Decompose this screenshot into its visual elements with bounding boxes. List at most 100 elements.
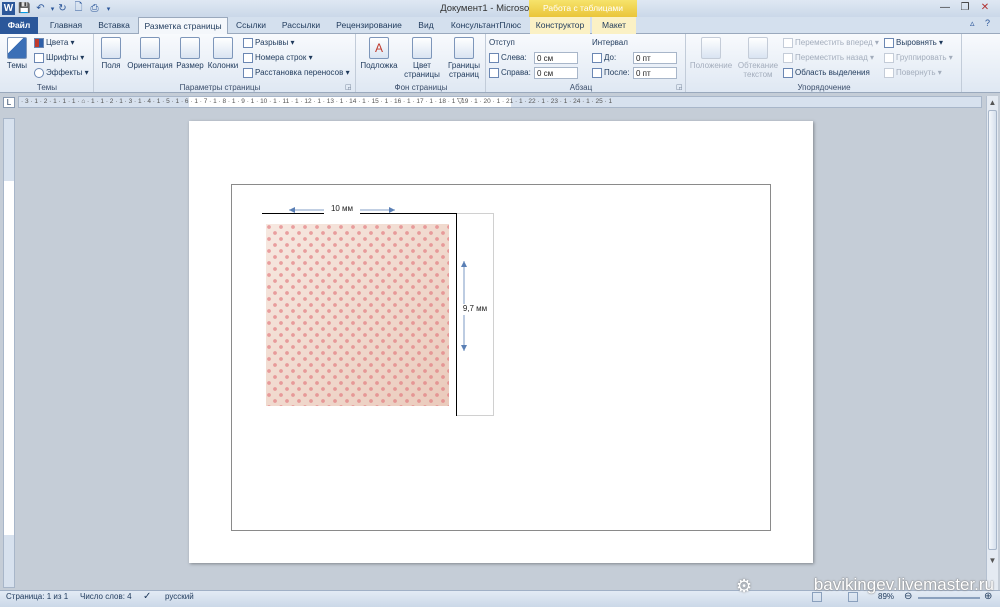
scroll-up-icon[interactable]: ▲	[988, 98, 997, 108]
tab-home[interactable]: Главная	[42, 17, 90, 34]
bring-forward-icon	[783, 37, 793, 48]
page-borders-button[interactable]: Границы страниц	[444, 37, 484, 79]
scroll-down-icon[interactable]: ▼	[988, 556, 997, 566]
tab-references[interactable]: Ссылки	[230, 17, 272, 34]
vertical-ruler[interactable]	[3, 118, 15, 588]
watermark-button[interactable]: A Подложка	[358, 37, 400, 70]
first-line-indent-icon[interactable]: ▽	[457, 96, 463, 105]
text-wrap-button[interactable]: Обтекание текстом	[736, 37, 780, 79]
paragraph-dialog-launcher-icon[interactable]: ◲	[676, 83, 683, 91]
colors-icon	[34, 37, 44, 48]
group-objects-label: Группировать	[896, 53, 947, 62]
page-color-label-1: Цвет	[413, 61, 431, 70]
columns-button[interactable]: Колонки	[206, 37, 240, 70]
themes-button[interactable]: Темы	[4, 37, 30, 70]
status-language[interactable]: русский	[165, 592, 194, 601]
tab-insert[interactable]: Вставка	[90, 17, 138, 34]
watermark-icon: A	[369, 37, 389, 59]
indent-left-icon	[489, 52, 499, 63]
themes-button-label: Темы	[6, 61, 28, 70]
page-setup-dialog-launcher-icon[interactable]: ◲	[345, 83, 352, 91]
effects-icon	[34, 67, 44, 78]
page-borders-icon	[454, 37, 474, 59]
indent-right-icon	[489, 67, 499, 78]
minimize-icon[interactable]: —	[934, 0, 956, 14]
zoom-slider[interactable]	[918, 597, 980, 599]
group-objects-icon	[884, 52, 894, 63]
tab-page-layout[interactable]: Разметка страницы	[138, 17, 228, 35]
indent-header: Отступ	[489, 38, 515, 47]
tab-consultantplus[interactable]: КонсультантПлюс	[444, 17, 528, 34]
columns-label: Колонки	[207, 61, 239, 70]
theme-effects-button[interactable]: Эффекты ▾	[34, 67, 89, 79]
align-button[interactable]: Выровнять ▾	[884, 37, 943, 49]
theme-fonts-button[interactable]: Шрифты ▾	[34, 52, 84, 64]
status-page-count[interactable]: Страница: 1 из 1	[6, 592, 68, 601]
vertical-scrollbar[interactable]: ▲ ▼	[986, 96, 998, 590]
indent-left-input[interactable]: 0 см	[534, 52, 578, 64]
help-icon[interactable]: ?	[985, 18, 997, 32]
restore-icon[interactable]: ❐	[954, 0, 976, 14]
tab-table-design[interactable]: Конструктор	[530, 17, 590, 34]
orientation-label: Ориентация	[127, 61, 173, 70]
hyphenation-icon	[243, 67, 253, 78]
align-icon	[884, 37, 894, 48]
indent-left-text: Слева:	[501, 53, 527, 62]
status-word-count[interactable]: Число слов: 4	[80, 592, 132, 601]
hyphenation-label: Расстановка переносов	[255, 68, 344, 77]
spacing-header: Интервал	[592, 38, 628, 47]
line-numbers-icon	[243, 52, 253, 63]
selection-pane-button[interactable]: Область выделения	[783, 67, 870, 79]
size-button[interactable]: Размер	[176, 37, 204, 70]
fonts-icon	[34, 52, 44, 63]
spacing-after-label: После:	[592, 67, 630, 79]
rotate-button[interactable]: Повернуть ▾	[884, 67, 942, 79]
bring-forward-label: Переместить вперед	[795, 38, 873, 47]
theme-colors-label: Цвета	[46, 38, 69, 47]
width-dimension-label: 10 мм	[324, 204, 360, 215]
orientation-icon	[140, 37, 160, 59]
tab-table-layout[interactable]: Макет	[592, 17, 636, 34]
send-backward-button[interactable]: Переместить назад ▾	[783, 52, 874, 64]
orientation-button[interactable]: Ориентация	[126, 37, 174, 70]
spacing-before-text: До:	[604, 53, 617, 62]
tab-mailings[interactable]: Рассылки	[274, 17, 328, 34]
scrollbar-thumb[interactable]	[988, 110, 997, 550]
tab-view[interactable]: Вид	[410, 17, 442, 34]
spacing-before-label: До:	[592, 52, 616, 64]
spacing-before-input[interactable]: 0 пт	[633, 52, 677, 64]
margins-icon	[101, 37, 121, 59]
size-label: Размер	[176, 61, 204, 70]
indent-left-label: Слева:	[489, 52, 527, 64]
send-backward-label: Переместить назад	[795, 53, 868, 62]
group-page-background-label: Фон страницы	[394, 83, 448, 92]
tab-selector-button[interactable]: L	[3, 97, 15, 108]
position-button[interactable]: Положение	[688, 37, 734, 70]
spacing-after-input[interactable]: 0 пт	[633, 67, 677, 79]
columns-icon	[213, 37, 233, 59]
indent-right-label: Справа:	[489, 67, 531, 79]
spellcheck-icon[interactable]: ✓	[143, 591, 151, 602]
margins-label: Поля	[101, 61, 121, 70]
size-icon	[180, 37, 200, 59]
indent-right-input[interactable]: 0 см	[534, 67, 578, 79]
tab-review[interactable]: Рецензирование	[330, 17, 408, 34]
hyphenation-button[interactable]: Расстановка переносов ▾	[243, 67, 350, 79]
tab-file[interactable]: Файл	[0, 17, 38, 34]
margins-button[interactable]: Поля	[98, 37, 124, 70]
height-dimension-label: 9,7 мм	[458, 304, 492, 315]
line-numbers-button[interactable]: Номера строк ▾	[243, 52, 313, 64]
close-icon[interactable]: ✕	[974, 0, 996, 14]
breaks-button[interactable]: Разрывы ▾	[243, 37, 295, 49]
indent-right-text: Справа:	[501, 68, 531, 77]
minimize-ribbon-icon[interactable]: ▵	[970, 18, 982, 32]
horizontal-ruler[interactable]: · 3 · 1 · 2 · 1 · 1 · 1 · ⌂ · 1 · 1 · 2 …	[18, 96, 982, 108]
theme-colors-button[interactable]: Цвета ▾	[34, 37, 75, 49]
group-objects-button[interactable]: Группировать ▾	[884, 52, 953, 64]
page-color-button[interactable]: Цвет страницы	[402, 37, 442, 79]
group-paragraph-label: Абзац	[569, 83, 593, 92]
heart-pattern-image[interactable]	[266, 224, 449, 406]
text-wrap-label-2: текстом	[743, 70, 773, 79]
bring-forward-button[interactable]: Переместить вперед ▾	[783, 37, 879, 49]
group-arrange-label: Упорядочение	[797, 83, 851, 92]
